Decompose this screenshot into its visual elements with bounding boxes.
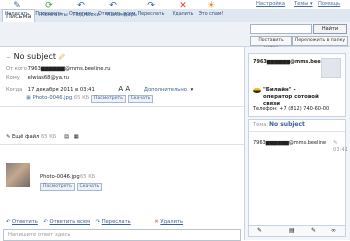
compose-icon[interactable]: ✎ <box>257 227 262 234</box>
operator-name: "Билайн" - оператор сотовой связи <box>263 87 319 107</box>
toolbar-button-1[interactable]: ⟳ Проверить <box>34 1 64 18</box>
message-subject: − No subject 🖉 <box>6 52 65 63</box>
check-mail-icon: ⟳ <box>45 1 53 11</box>
avatar <box>321 58 341 78</box>
search-input[interactable] <box>250 24 312 34</box>
toolbar-button-0[interactable]: ✎ Написать <box>2 1 32 18</box>
forward-icon: ↷ <box>147 1 155 11</box>
all-files-link[interactable]: Ещё файл <box>12 134 39 140</box>
contacts-icon[interactable]: ▤ <box>289 227 295 234</box>
action-bar: ↶ Ответить ↶ Ответить всем ↷ Переслать ✕… <box>6 219 183 225</box>
attachment-size: 65 КБ <box>73 95 90 101</box>
right-pane: 7963▆▆▆▆▆▆@mms.beel "Билайн" - оператор … <box>245 47 350 240</box>
thread-panel: Тема: No subject 7963▆▆▆▆▆▆@mms.beeline … <box>248 119 348 231</box>
toolbar-button-3[interactable]: ↶ Ответить всем <box>98 1 136 18</box>
from-label: От кого <box>6 66 27 72</box>
thread-header-label: Тема: <box>253 122 269 128</box>
help-link[interactable]: Помощь <box>318 1 340 7</box>
attachment-name[interactable]: Photo-0046.jpg <box>33 95 73 101</box>
view-attachment-button[interactable]: Посмотреть <box>91 95 126 103</box>
link-icon[interactable]: ∞ <box>331 227 336 234</box>
thread-time: 03:41 <box>333 147 348 153</box>
toolbar-button-label: Написать <box>5 12 29 17</box>
toolbar-button-label: Ответить всем <box>98 12 136 17</box>
reply-link[interactable]: Ответить <box>12 219 38 225</box>
date-value: 17 декабря 2011 в 03:41 <box>27 87 95 93</box>
forward-link[interactable]: Переслать <box>102 219 131 225</box>
operator-phone: Телефон: +7 (812) 740-60-00 <box>253 106 330 112</box>
font-size-toggle[interactable]: A A <box>118 85 130 93</box>
image-file-icon: ▣ <box>26 95 31 101</box>
date-row: Когда 17 декабря 2011 в 03:41 A A Дополн… <box>6 85 193 93</box>
chevron-down-icon[interactable]: ▾ <box>191 87 194 93</box>
expand-icon[interactable]: − <box>6 54 11 61</box>
reply-placeholder: Напишите ответ здесь <box>8 232 71 238</box>
reply-textarea[interactable]: Напишите ответ здесь <box>3 229 241 241</box>
reply-all-icon: ↶ <box>109 1 117 11</box>
delete-link[interactable]: Удалить <box>160 219 183 225</box>
to-row: Кому elwias68@ya.ru <box>6 75 69 81</box>
reply-all-icon[interactable]: ↶ <box>44 219 48 225</box>
to-value[interactable]: elwias68@ya.ru <box>28 75 69 81</box>
from-value[interactable]: 7963▆▆▆▆▆▆@mms.beeline.ru <box>28 66 111 72</box>
reply-icon[interactable]: ↶ <box>6 219 10 225</box>
delete-icon: ✕ <box>179 1 187 11</box>
toolbar-button-6[interactable]: ☀ Это спам! <box>196 1 226 18</box>
forward-icon[interactable]: ↷ <box>96 219 100 225</box>
all-files-size: 65 КБ <box>40 134 57 140</box>
toolbar-button-label: Ответить <box>69 12 93 17</box>
from-row: От кого 7963▆▆▆▆▆▆@mms.beeline.ru <box>6 66 111 72</box>
list-view-icon[interactable]: ▤ <box>64 134 69 140</box>
toolbar-button-label: Проверить <box>35 12 63 17</box>
more-link[interactable]: Дополнительно <box>144 87 187 93</box>
beeline-logo-icon <box>253 88 261 93</box>
toolbar-button-5[interactable]: ✕ Удалить <box>168 1 198 18</box>
pin-icon[interactable]: 🖉 <box>59 54 65 61</box>
to-label: Кому <box>6 75 20 81</box>
photo-size: 65 КБ <box>80 174 96 180</box>
toolbar-button-label: Удалить <box>172 12 194 17</box>
toolbar-button-2[interactable]: ↶ Ответить <box>66 1 96 18</box>
delete-icon[interactable]: ✕ <box>154 219 158 225</box>
spam-icon: ☀ <box>206 1 216 11</box>
find-button[interactable]: Найти <box>313 24 347 34</box>
thread-subject[interactable]: No subject <box>269 121 305 128</box>
files-row: ✎ Ещё файл 65 КБ ▤ ▦ <box>6 134 79 140</box>
photo-actions: Посмотреть Скачать <box>40 183 103 191</box>
toolbar-button-label: Это спам! <box>198 12 224 17</box>
settings-link[interactable]: Настройка <box>256 1 285 7</box>
contact-card: 7963▆▆▆▆▆▆@mms.beel "Билайн" - оператор … <box>248 53 346 117</box>
date-label: Когда <box>6 87 23 93</box>
photo-name[interactable]: Photo-0046.jpg <box>40 174 80 180</box>
move-to-folder-button[interactable]: Переложить в папку <box>292 36 348 46</box>
photo-download-button[interactable]: Скачать <box>76 183 103 191</box>
subject-text: No subject <box>13 52 56 61</box>
grid-view-icon[interactable]: ▦ <box>74 134 79 140</box>
download-attachment-button[interactable]: Скачать <box>127 95 154 103</box>
photo-thumbnail[interactable] <box>6 163 30 187</box>
toolbar-button-label: Переслать <box>137 12 165 17</box>
pane-toolbar: ✎ ▤ ✎ ∞ <box>248 225 346 237</box>
attachment-row: ▣ Photo-0046.jpg 65 КБ Посмотреть Скачат… <box>26 95 154 103</box>
contact-address[interactable]: 7963▆▆▆▆▆▆@mms.beel <box>253 59 322 65</box>
label-button[interactable]: Поставить метку <box>250 36 292 51</box>
compose-icon: ✎ <box>13 1 21 11</box>
paperclip-icon: ✎ <box>6 134 11 140</box>
attachment-icon[interactable]: ✎ <box>311 227 316 234</box>
thread-sender[interactable]: 7963▆▆▆▆▆▆@mms.beeline <box>253 140 326 146</box>
reply-all-link[interactable]: Ответить всем <box>50 219 91 225</box>
reply-icon: ↶ <box>77 1 85 11</box>
themes-link[interactable]: Темы ▾ <box>294 1 313 7</box>
message-view: − No subject 🖉 От кого 7963▆▆▆▆▆▆@mms.be… <box>0 47 245 241</box>
attachment-clip-icon: ✎ <box>333 140 338 146</box>
toolbar-button-4[interactable]: ↷ Переслать <box>136 1 166 18</box>
photo-view-button[interactable]: Посмотреть <box>40 183 75 191</box>
